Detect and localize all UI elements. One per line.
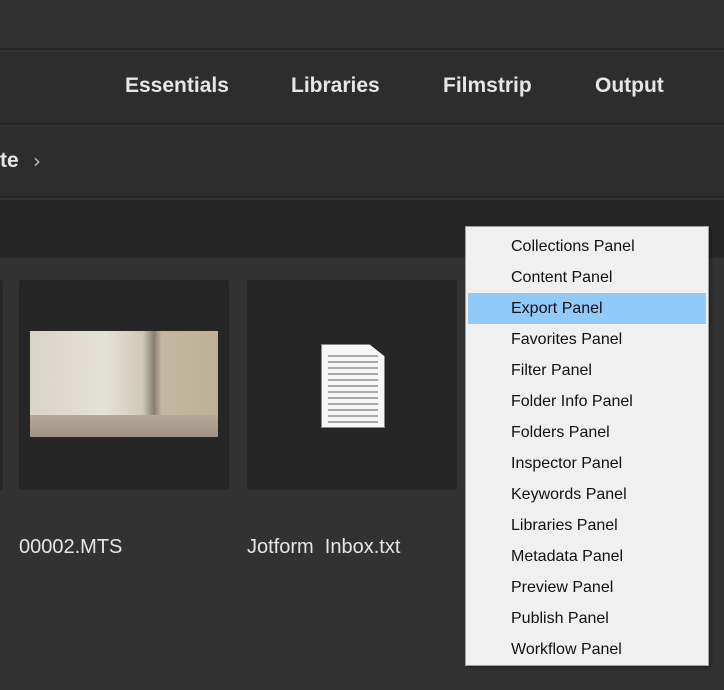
file-card-partial[interactable] [0,280,3,490]
path-bar: te › [0,127,724,198]
menu-item-metadata-panel[interactable]: Metadata Panel [468,541,706,572]
file-name[interactable]: 00002.MTS [19,536,122,559]
menu-item-inspector-panel[interactable]: Inspector Panel [468,448,706,479]
video-thumbnail [30,331,218,437]
menu-item-folder-info-panel[interactable]: Folder Info Panel [468,386,706,417]
menu-item-favorites-panel[interactable]: Favorites Panel [468,324,706,355]
menu-item-collections-panel[interactable]: Collections Panel [468,231,706,262]
workspace-libraries[interactable]: Libraries [291,74,380,98]
workspace-bar: Essentials Libraries Filmstrip Output [0,52,724,125]
workspace-output[interactable]: Output [595,74,664,98]
file-card[interactable] [19,280,229,490]
menu-item-keywords-panel[interactable]: Keywords Panel [468,479,706,510]
text-document-icon [321,344,385,428]
panel-context-menu: Collections Panel Content Panel Export Pan… [465,226,709,666]
workspace-essentials[interactable]: Essentials [125,74,229,98]
breadcrumb-item[interactable]: te [0,149,19,173]
menu-item-preview-panel[interactable]: Preview Panel [468,572,706,603]
menu-item-export-panel[interactable]: Export Panel [468,293,706,324]
menu-item-content-panel[interactable]: Content Panel [468,262,706,293]
menu-item-publish-panel[interactable]: Publish Panel [468,603,706,634]
title-bar [0,0,724,50]
file-card[interactable] [247,280,457,490]
menu-item-libraries-panel[interactable]: Libraries Panel [468,510,706,541]
file-name[interactable]: Jotform Inbox.txt [247,536,400,559]
menu-item-folders-panel[interactable]: Folders Panel [468,417,706,448]
chevron-right-icon[interactable]: › [33,149,41,173]
menu-item-filter-panel[interactable]: Filter Panel [468,355,706,386]
workspace-filmstrip[interactable]: Filmstrip [443,74,532,98]
menu-item-workflow-panel[interactable]: Workflow Panel [468,634,706,665]
